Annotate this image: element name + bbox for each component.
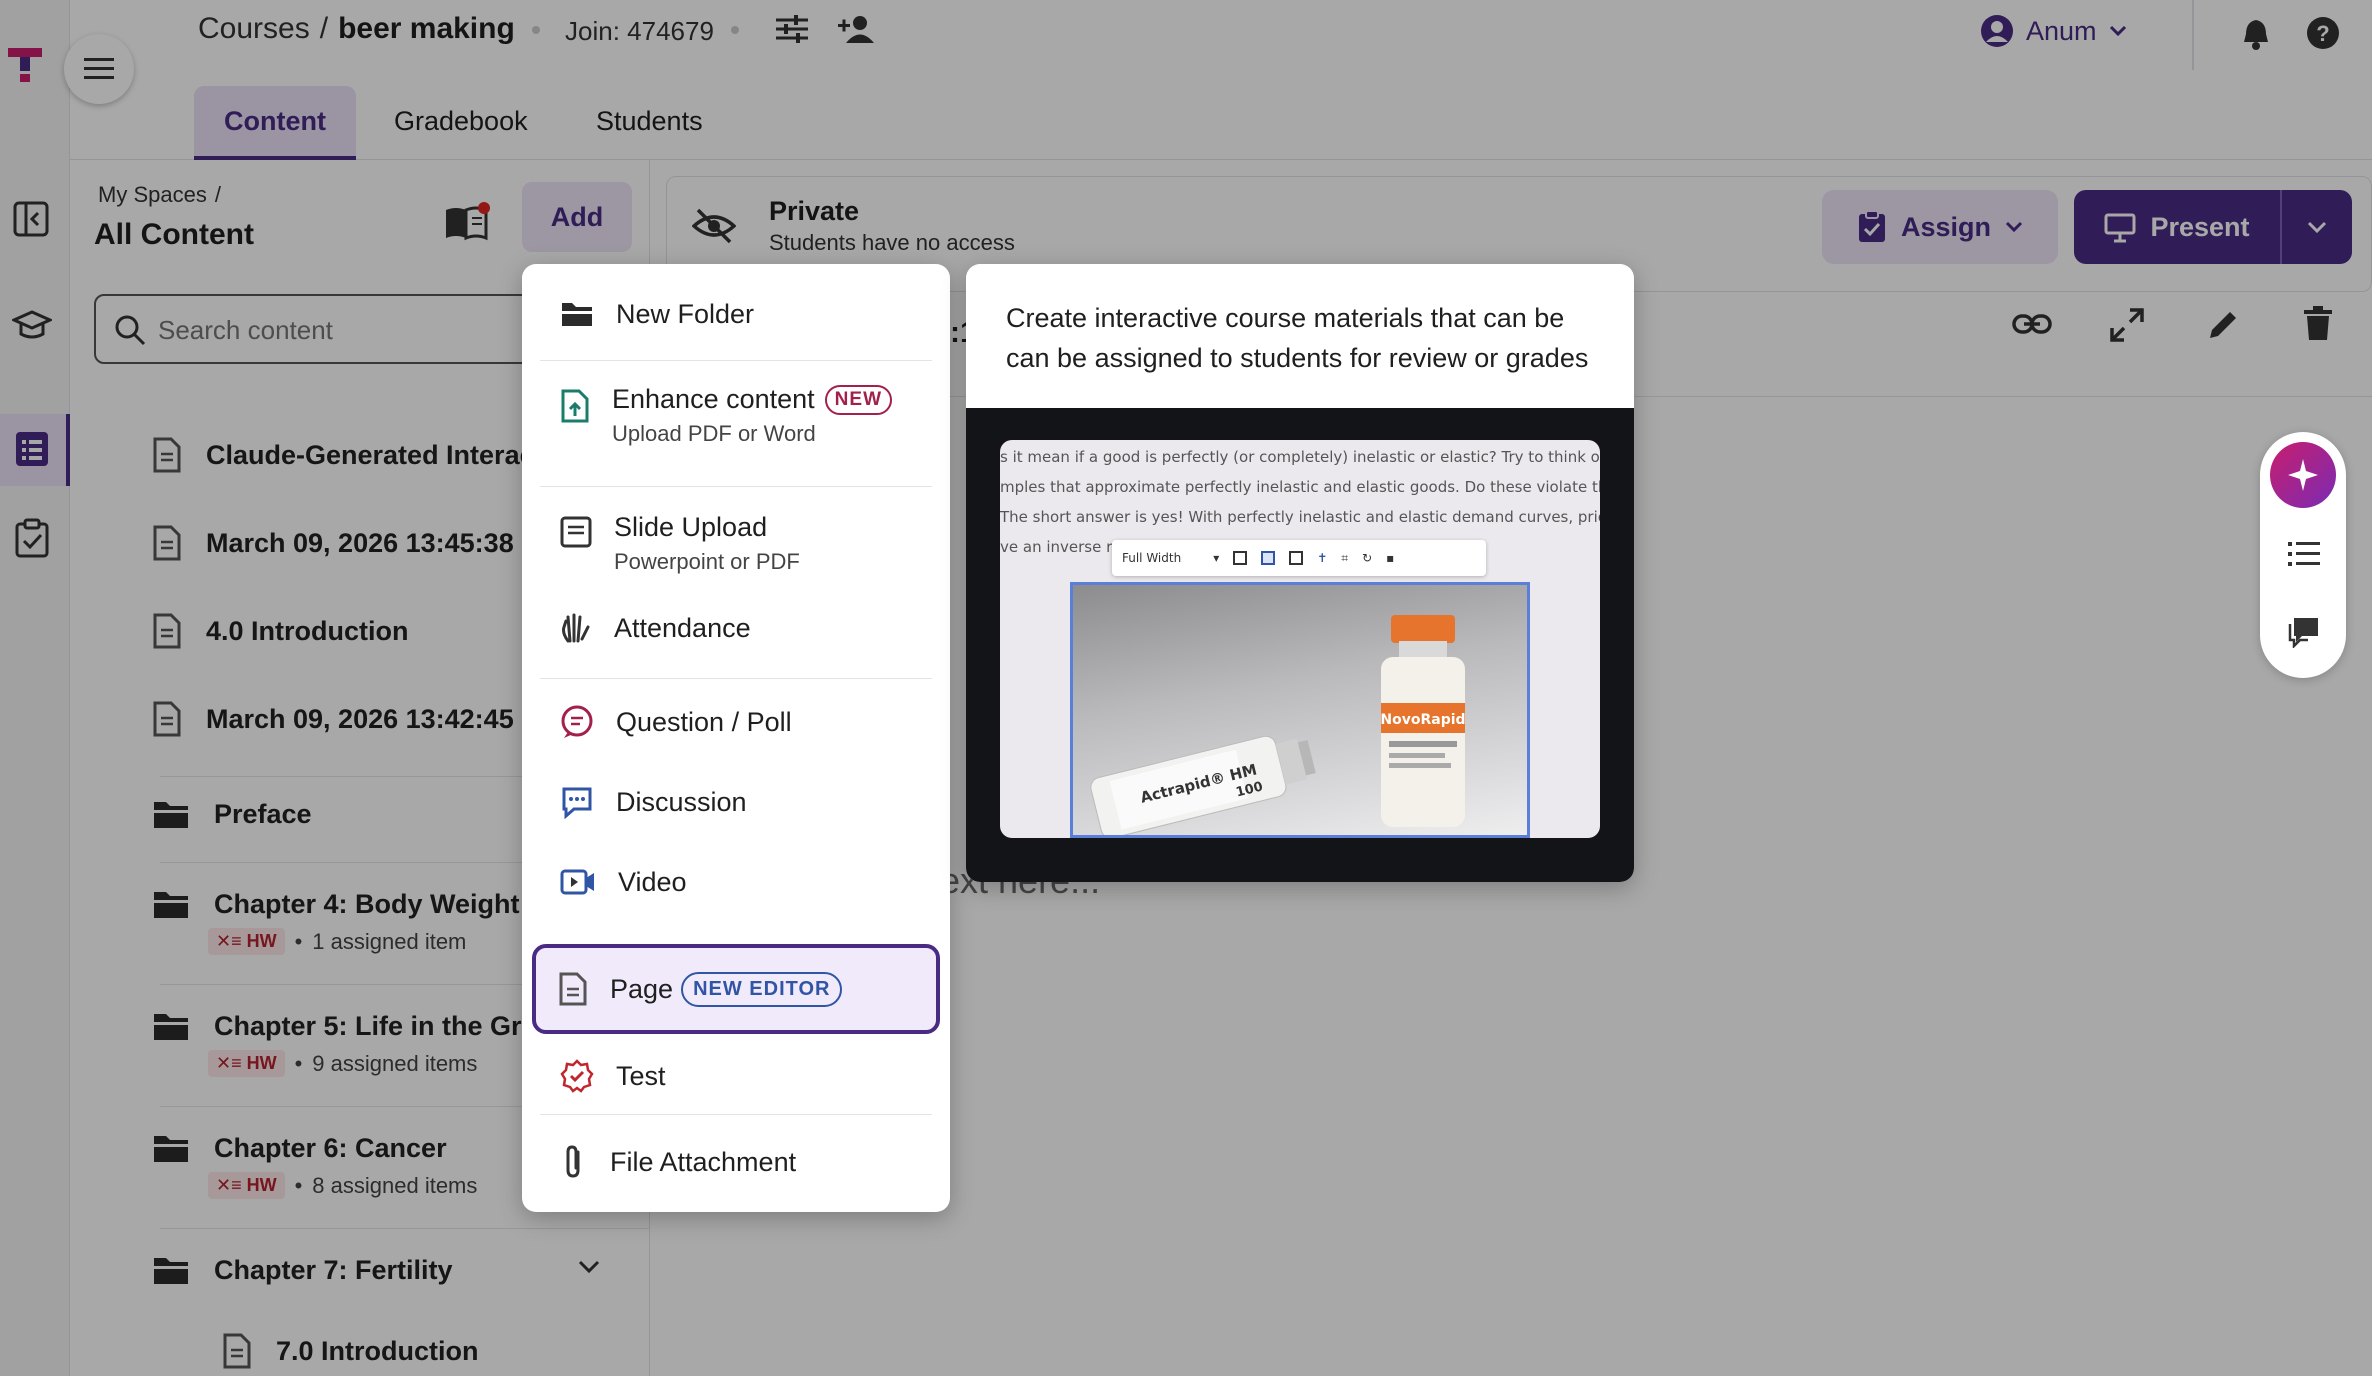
- preview-description: Create interactive course materials that…: [1006, 303, 1589, 373]
- preview-image-frame: s it mean if a good is perfectly (or com…: [966, 408, 1634, 882]
- add-content-menu: New Folder Enhance content NEW Upload PD…: [522, 264, 950, 1212]
- menu-item-label: New Folder: [616, 298, 755, 329]
- vials-illustration: Actrapid® HM 100 NovoRapid: [1090, 615, 1466, 835]
- menu-divider: [540, 486, 932, 487]
- question-bubble-icon: [561, 705, 593, 738]
- menu-item-page[interactable]: Page NEW EDITOR: [532, 944, 940, 1034]
- menu-item-preview: Create interactive course materials that…: [966, 264, 1634, 882]
- test-badge-icon: [560, 1059, 594, 1093]
- menu-item-label: Test: [616, 1060, 666, 1091]
- vial-right-label: NovoRapid: [1380, 712, 1465, 728]
- menu-item-label: Page: [610, 973, 674, 1004]
- menu-item-file-attachment[interactable]: File Attachment: [534, 1128, 938, 1196]
- discussion-icon: [562, 787, 592, 819]
- menu-item-video[interactable]: Video: [534, 848, 938, 916]
- menu-item-attendance[interactable]: Attendance: [534, 594, 938, 662]
- menu-item-label: Slide Upload: [614, 512, 768, 542]
- menu-item-label: Attendance: [614, 612, 751, 643]
- menu-divider: [540, 678, 932, 679]
- menu-item-label: File Attachment: [610, 1146, 797, 1177]
- slides-icon: [560, 516, 592, 548]
- menu-item-label: Question / Poll: [616, 706, 792, 737]
- menu-item-sublabel: Upload PDF or Word: [612, 421, 816, 446]
- menu-item-label: Video: [618, 866, 687, 897]
- preview-text-line: mples that approximate perfectly inelast…: [1000, 478, 1600, 496]
- crop-icon: ⌗: [1341, 550, 1349, 565]
- ai-assistant-button[interactable]: [2270, 442, 2336, 508]
- replace-icon: ↻: [1362, 551, 1373, 565]
- paperclip-icon: [566, 1145, 580, 1178]
- preview-text-line: s it mean if a good is perfectly (or com…: [1000, 448, 1600, 466]
- outline-list-icon[interactable]: [2288, 540, 2320, 568]
- menu-divider: [540, 360, 932, 361]
- upload-file-icon: [561, 389, 589, 423]
- accessibility-icon: ✝: [1317, 551, 1328, 565]
- menu-item-discussion[interactable]: Discussion: [534, 768, 938, 836]
- preview-screenshot: s it mean if a good is perfectly (or com…: [1000, 440, 1600, 838]
- menu-item-slide-upload[interactable]: Slide Upload Powerpoint or PDF: [534, 500, 938, 590]
- menu-item-sublabel: Powerpoint or PDF: [614, 549, 800, 574]
- caret-icon: ▾: [1213, 551, 1220, 565]
- menu-divider: [540, 1114, 932, 1115]
- preview-width-label: Full Width: [1122, 551, 1182, 565]
- ai-sparkle-icon: [2288, 459, 2318, 491]
- align-right-icon: [1289, 551, 1304, 565]
- delete-icon: ▪: [1386, 551, 1395, 565]
- align-left-icon: [1233, 551, 1248, 565]
- preview-photo: Actrapid® HM 100 NovoRapid: [1070, 582, 1530, 838]
- preview-text-line: The short answer is yes! With perfectly …: [1000, 508, 1600, 526]
- hand-wave-icon: [562, 613, 590, 643]
- menu-item-new-folder[interactable]: New Folder: [534, 284, 938, 344]
- align-center-icon: [1261, 551, 1276, 565]
- menu-item-enhance-content[interactable]: Enhance content NEW Upload PDF or Word: [534, 374, 938, 470]
- page-icon: [559, 972, 587, 1006]
- new-editor-badge: NEW EDITOR: [681, 971, 843, 1007]
- floating-toolbar: [2260, 432, 2346, 678]
- video-camera-icon: [560, 869, 594, 895]
- new-badge: NEW: [824, 384, 892, 415]
- folder-icon: [562, 303, 592, 326]
- comments-icon[interactable]: [2288, 616, 2320, 648]
- menu-item-test[interactable]: Test: [534, 1042, 938, 1110]
- preview-image-toolbar: Full Width ▾ ✝ ⌗ ↻ ▪: [1112, 540, 1486, 576]
- preview-text-line: ve an inverse rel: [1000, 538, 1126, 556]
- menu-item-label: Enhance content: [612, 384, 815, 414]
- menu-item-question-poll[interactable]: Question / Poll: [534, 688, 938, 756]
- menu-item-label: Discussion: [616, 786, 747, 817]
